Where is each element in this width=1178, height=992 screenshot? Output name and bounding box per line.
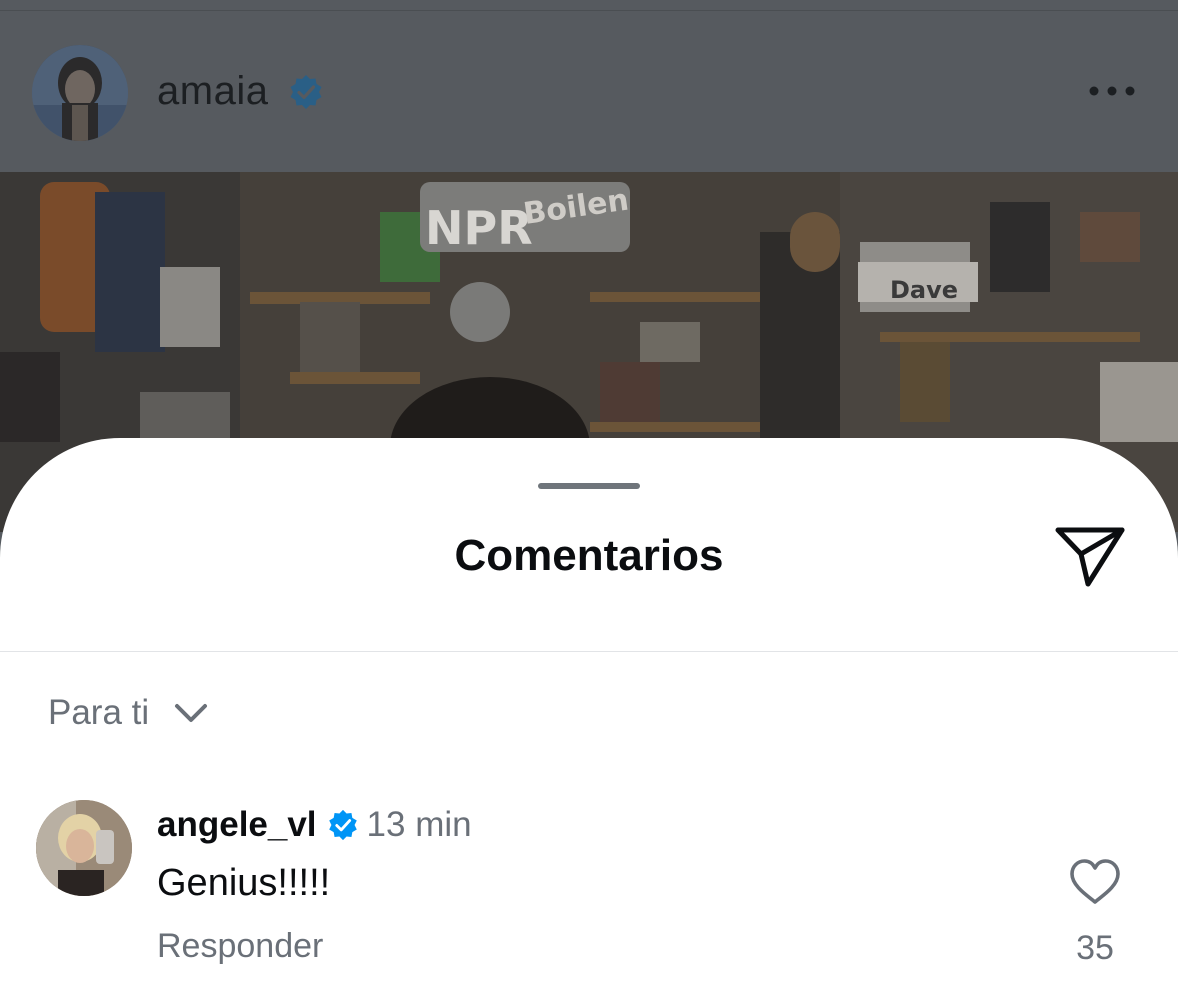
sheet-grabber[interactable]	[538, 483, 640, 489]
comment-author-avatar[interactable]	[36, 800, 132, 896]
comment-timestamp: 13 min	[366, 805, 472, 844]
verified-badge-icon	[290, 75, 322, 109]
comment-text: Genius!!!!!	[157, 862, 331, 904]
sheet-divider	[0, 651, 1178, 652]
post-author-avatar[interactable]	[32, 45, 128, 141]
avatar-portrait	[36, 800, 132, 896]
top-divider	[0, 10, 1178, 11]
verified-badge-icon	[328, 809, 357, 841]
photo-sign-npr: NPR	[425, 201, 533, 255]
avatar-portrait	[32, 45, 128, 141]
instagram-screen: amaia NPR Boilen Dave Comentarios Para t…	[0, 0, 1178, 992]
chevron-down-icon	[175, 704, 208, 722]
like-count: 35	[1076, 929, 1114, 967]
comment-meta: angele_vl 13 min	[157, 802, 472, 848]
comments-sheet: Comentarios Para ti angele_vl 13 min Gen…	[0, 438, 1178, 992]
more-horizontal-icon[interactable]	[1086, 76, 1138, 106]
sheet-title: Comentarios	[454, 531, 724, 580]
filter-label: Para ti	[48, 693, 150, 732]
heart-icon[interactable]	[1068, 858, 1122, 906]
reply-button[interactable]: Responder	[157, 923, 323, 969]
comments-filter-dropdown[interactable]: Para ti	[48, 688, 209, 738]
post-header: amaia	[0, 0, 1178, 172]
comment-username[interactable]: angele_vl	[157, 802, 317, 848]
post-author-username[interactable]: amaia	[157, 66, 268, 116]
photo-sign-dave: Dave	[890, 276, 958, 304]
paper-plane-icon[interactable]	[1054, 524, 1126, 590]
